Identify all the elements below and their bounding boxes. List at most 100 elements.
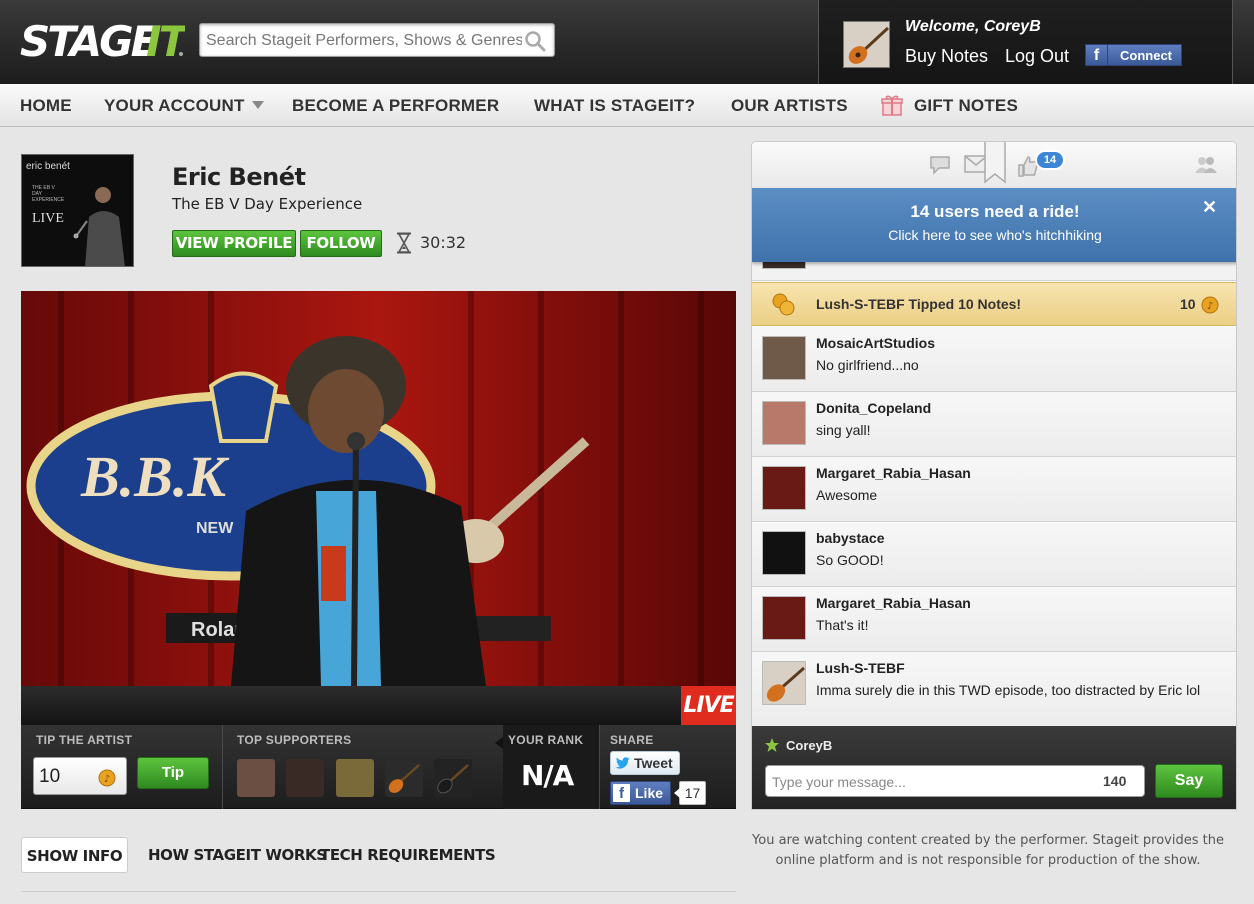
show-poster[interactable]: eric benét THE EB V DAY EXPERIENCE LIVE xyxy=(21,154,134,267)
chevron-down-icon[interactable] xyxy=(252,101,264,109)
coin-icon: ♪ xyxy=(98,769,116,787)
svg-text:STAGE: STAGE xyxy=(20,17,160,64)
facebook-like-button[interactable]: f Like xyxy=(610,781,671,805)
divider xyxy=(21,891,736,892)
chat-bubble-icon[interactable] xyxy=(928,155,952,175)
chat-text: No girlfriend...no xyxy=(816,357,919,373)
poster-live-text: LIVE xyxy=(32,211,64,226)
chat-message-input[interactable] xyxy=(772,771,1092,793)
chat-username[interactable]: Margaret_Rabia_Hasan xyxy=(816,465,971,481)
avatar[interactable] xyxy=(762,661,806,705)
facebook-icon: f xyxy=(613,784,630,802)
tip-bar: TIP THE ARTIST ♪ Tip TOP SUPPORTERS YOUR… xyxy=(21,725,736,809)
supporter-avatar[interactable] xyxy=(434,759,472,797)
chat-username[interactable]: babystace xyxy=(816,530,884,546)
avatar[interactable] xyxy=(843,21,890,68)
tab-how-stageit-works[interactable]: HOW STAGEIT WORKS xyxy=(148,837,327,873)
search-box xyxy=(199,23,555,57)
chat-current-user: CoreyB xyxy=(786,738,833,753)
nav-become-a-performer[interactable]: BECOME A PERFORMER xyxy=(292,96,499,116)
guitar-icon xyxy=(766,666,805,702)
poster-performer-image xyxy=(73,187,125,266)
artist-name[interactable]: Eric Benét xyxy=(172,163,306,191)
your-rank-value: N/A xyxy=(521,759,574,792)
tweet-label: Tweet xyxy=(634,755,673,771)
avatar[interactable] xyxy=(762,401,806,445)
coins-icon xyxy=(772,293,795,316)
like-label: Like xyxy=(635,785,664,801)
chat-text: That's it! xyxy=(816,617,869,633)
tip-button[interactable]: Tip xyxy=(137,757,209,789)
avatar[interactable] xyxy=(762,531,806,575)
nav-what-is-stageit[interactable]: WHAT IS STAGEIT? xyxy=(534,96,695,116)
nav-gift-notes[interactable]: GIFT NOTES xyxy=(914,96,1018,116)
stageit-logo[interactable]: STAGE IT xyxy=(20,16,185,64)
supporter-avatar[interactable] xyxy=(237,759,275,797)
avatar[interactable] xyxy=(762,466,806,510)
supporter-avatar[interactable] xyxy=(385,759,423,797)
chat-username[interactable]: Margaret_Rabia_Hasan xyxy=(816,595,971,611)
tab-show-info[interactable]: SHOW INFO xyxy=(21,837,128,873)
chat-username[interactable]: Lush-S-TEBF xyxy=(816,660,905,676)
guitar-avatar-image xyxy=(844,22,889,67)
avatar[interactable] xyxy=(762,336,806,380)
users-icon[interactable] xyxy=(1194,156,1218,174)
hitchhike-title: 14 users need a ride! xyxy=(910,202,1080,221)
chat-message: Lush-S-TEBF Imma surely die in this TWD … xyxy=(752,652,1236,726)
chat-panel: 14 14 users need a ride! Click here to s… xyxy=(751,141,1237,810)
guitar-icon xyxy=(388,764,420,793)
facebook-connect-label: Connect xyxy=(1120,48,1172,63)
search-icon[interactable] xyxy=(524,30,546,52)
welcome-text: Welcome, CoreyB xyxy=(905,18,1041,35)
top-supporters-label: TOP SUPPORTERS xyxy=(237,733,352,747)
avatar[interactable] xyxy=(762,596,806,640)
chat-username[interactable]: Donita_Copeland xyxy=(816,400,931,416)
buy-notes-link[interactable]: Buy Notes xyxy=(905,46,988,67)
tip-notification-amount: 10 xyxy=(1180,296,1196,312)
show-timer: 30:32 xyxy=(420,233,467,252)
chat-username[interactable]: MosaicArtStudios xyxy=(816,335,935,351)
video-frame-image: B.B.K NEW Roland xyxy=(21,291,736,686)
logout-link[interactable]: Log Out xyxy=(1005,46,1069,67)
chat-message: Margaret_Rabia_Hasan That's it! xyxy=(752,587,1236,652)
bookmark-tab-icon[interactable] xyxy=(984,141,1006,184)
nav-your-account[interactable]: YOUR ACCOUNT xyxy=(104,96,245,116)
chat-toolbar: 14 xyxy=(752,141,1236,188)
main-nav: HOME YOUR ACCOUNT BECOME A PERFORMER WHA… xyxy=(0,84,1254,127)
tip-amount-input[interactable] xyxy=(39,764,94,790)
svg-text:NEW: NEW xyxy=(196,520,234,537)
tip-label: TIP THE ARTIST xyxy=(36,733,133,747)
close-icon[interactable]: ✕ xyxy=(1202,197,1217,218)
show-title: The EB V Day Experience xyxy=(172,195,363,213)
chat-text: So GOOD! xyxy=(816,552,884,568)
view-profile-button[interactable]: VIEW PROFILE xyxy=(172,230,296,257)
chat-message: Donita_Copeland sing yall! xyxy=(752,392,1236,457)
guitar-icon xyxy=(437,764,469,794)
divider xyxy=(222,725,223,809)
tab-tech-requirements[interactable]: TECH REQUIREMENTS xyxy=(320,837,496,873)
poster-subtitle-text: THE EB V DAY EXPERIENCE xyxy=(32,185,65,203)
follow-button[interactable]: FOLLOW xyxy=(300,230,382,257)
facebook-connect-button[interactable]: f Connect xyxy=(1085,44,1182,66)
chat-message: MosaicArtStudios No girlfriend...no xyxy=(752,327,1236,392)
search-input[interactable] xyxy=(206,28,522,53)
chat-message: babystace So GOOD! xyxy=(752,522,1236,587)
rank-pointer xyxy=(495,737,503,749)
nav-our-artists[interactable]: OUR ARTISTS xyxy=(731,96,848,116)
chat-compose: CoreyB 140 Say xyxy=(752,726,1236,809)
nav-home[interactable]: HOME xyxy=(20,96,72,116)
say-button[interactable]: Say xyxy=(1155,764,1223,798)
hourglass-icon xyxy=(397,232,411,254)
svg-text:♪: ♪ xyxy=(1207,301,1213,312)
video-control-bar[interactable] xyxy=(21,686,736,725)
supporter-avatar[interactable] xyxy=(336,759,374,797)
gift-icon[interactable] xyxy=(880,93,904,117)
hitchhike-banner[interactable]: 14 users need a ride! Click here to see … xyxy=(752,188,1236,262)
chat-input-field: 140 xyxy=(765,765,1145,797)
char-count: 140 xyxy=(1103,773,1127,789)
video-player[interactable]: B.B.K NEW Roland xyxy=(21,291,736,686)
supporter-avatar[interactable] xyxy=(286,759,324,797)
chat-text: Awesome xyxy=(816,487,878,503)
tweet-button[interactable]: Tweet xyxy=(610,751,680,775)
svg-text:♪: ♪ xyxy=(104,774,110,785)
